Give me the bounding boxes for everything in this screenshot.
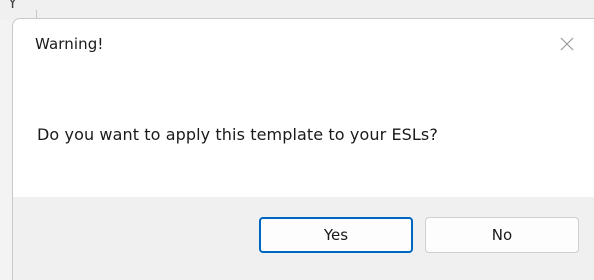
- no-button[interactable]: No: [425, 217, 579, 253]
- background-window-strip: Y: [0, 0, 594, 20]
- close-icon: [560, 37, 574, 51]
- yes-button[interactable]: Yes: [259, 217, 413, 253]
- dialog-message: Do you want to apply this template to yo…: [37, 125, 438, 144]
- dialog-title: Warning!: [35, 35, 104, 53]
- close-button[interactable]: [556, 33, 578, 55]
- warning-dialog: Warning! Do you want to apply this templ…: [12, 18, 594, 280]
- background-partial-text: Y: [8, 0, 18, 12]
